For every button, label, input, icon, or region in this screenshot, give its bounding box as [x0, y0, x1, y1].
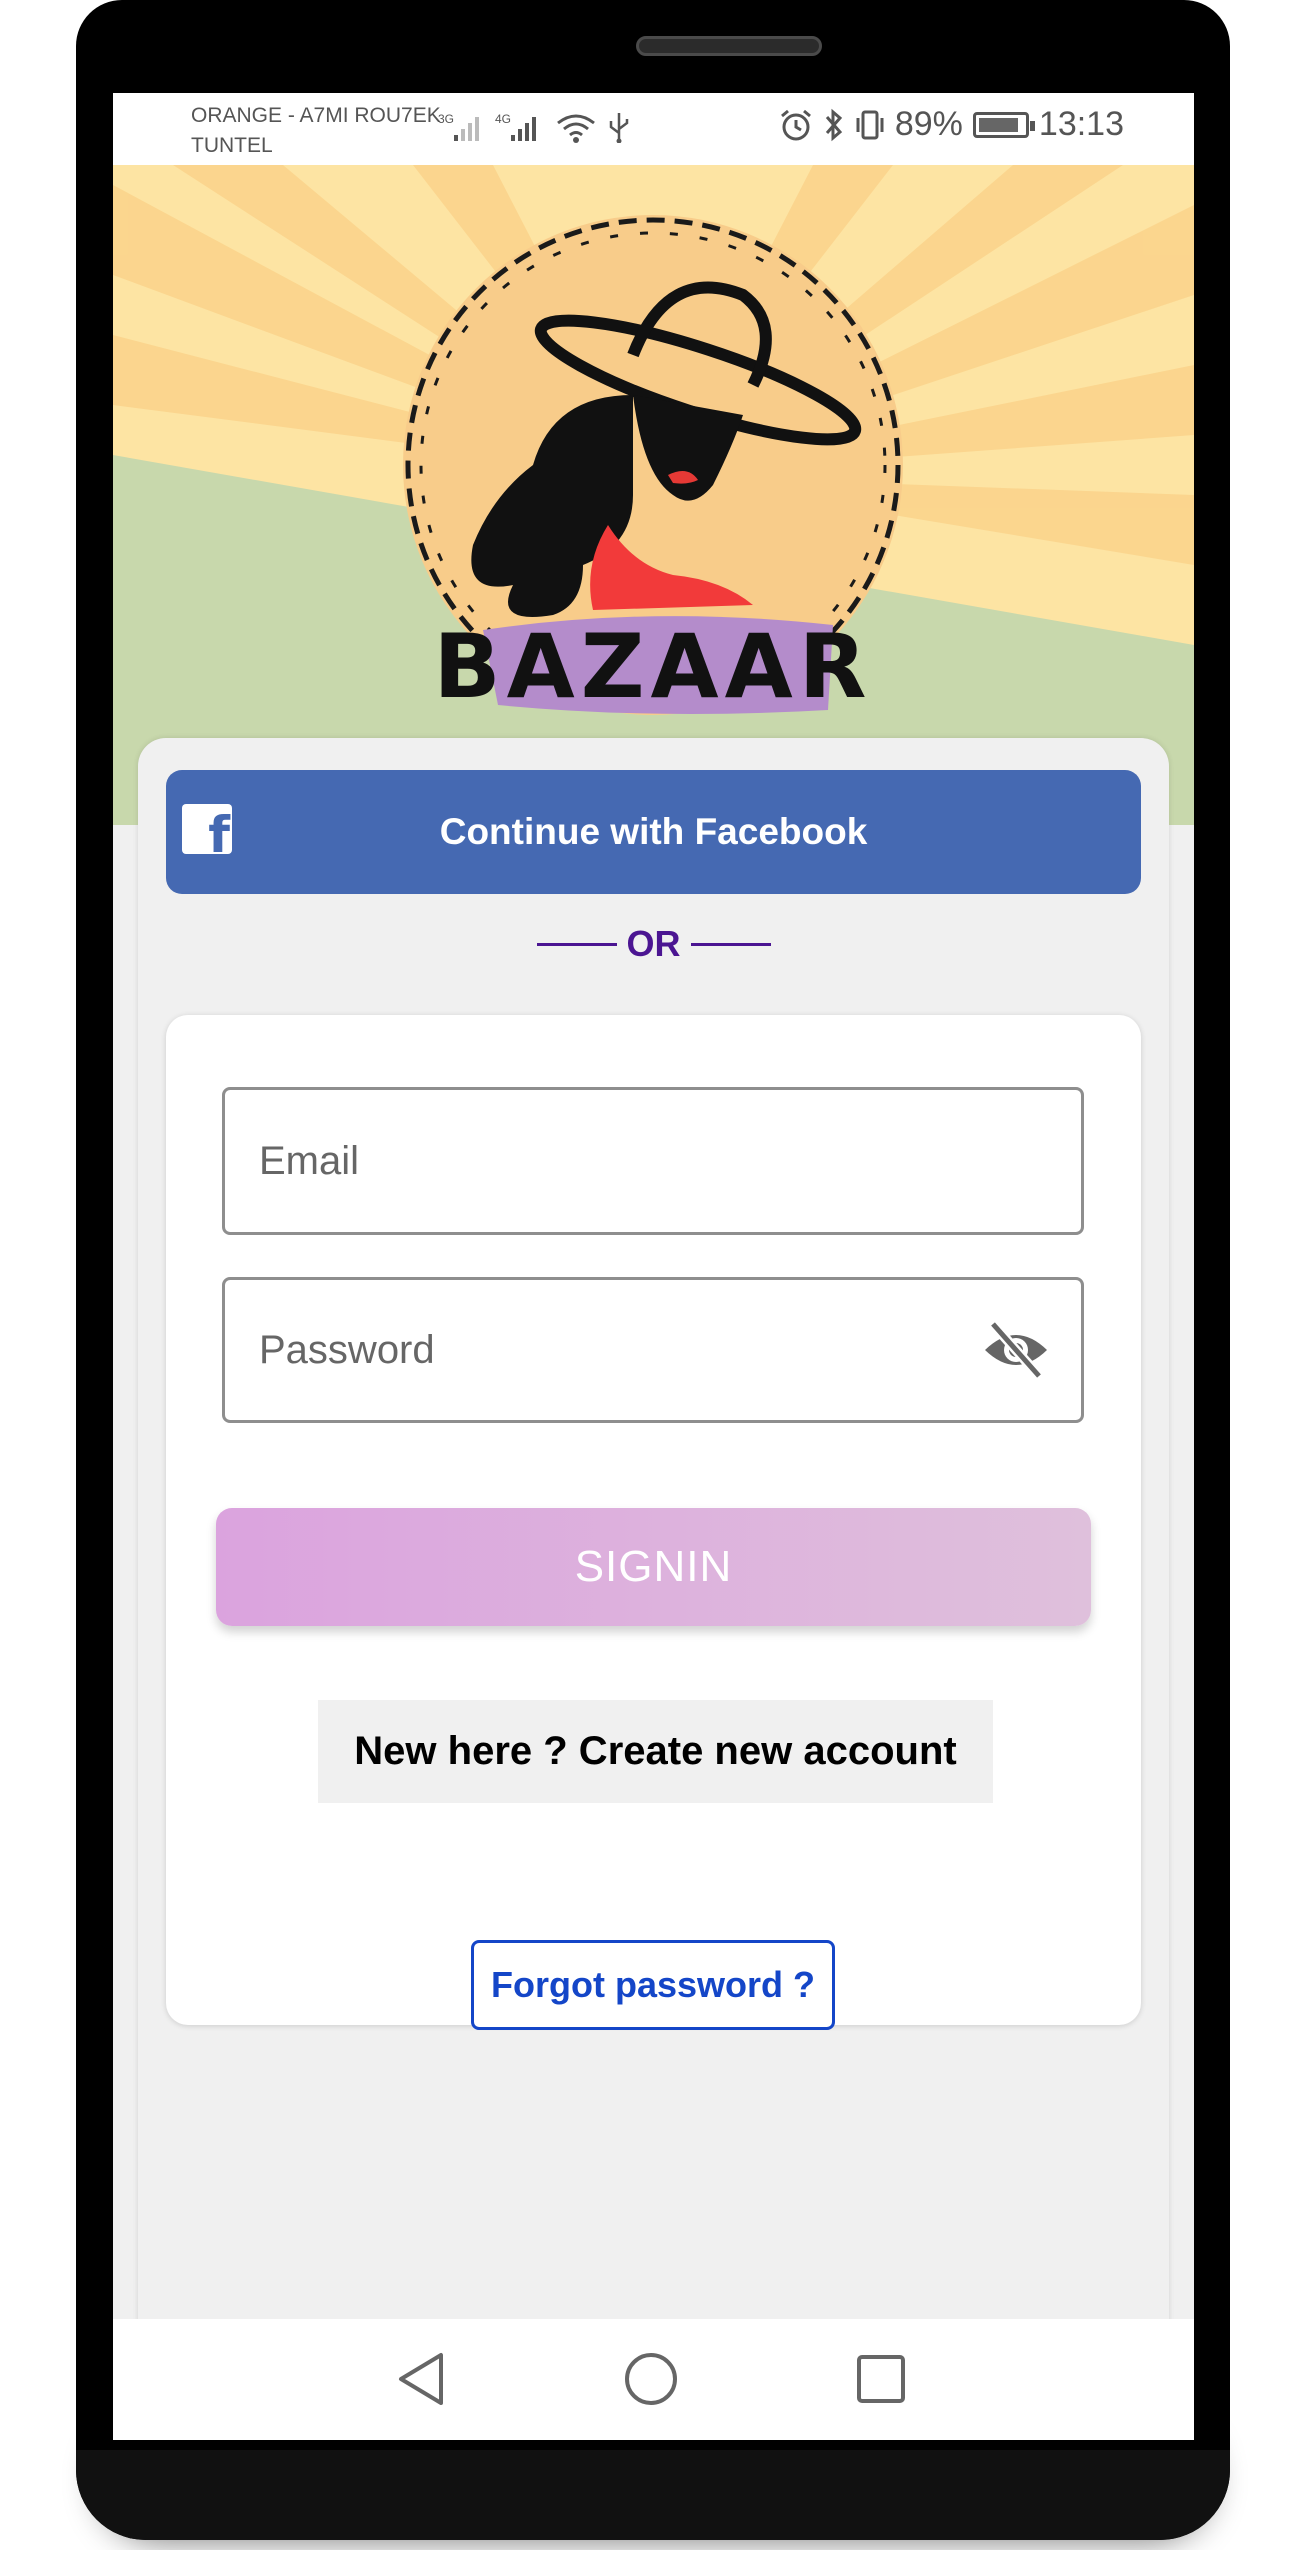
facebook-button-label: Continue with Facebook — [439, 811, 868, 852]
email-field — [222, 1087, 1084, 1235]
password-input[interactable] — [225, 1280, 1081, 1420]
eye-off-icon[interactable] — [981, 1318, 1051, 1382]
signin-button[interactable]: SIGNIN — [216, 1508, 1091, 1626]
or-text: OR — [626, 923, 681, 964]
signin-form: SIGNIN New here ? Create new account For… — [166, 1015, 1141, 2030]
carrier-line-2: TUNTEL — [191, 134, 273, 157]
signal-3g-icon: 3G — [438, 112, 479, 141]
bluetooth-icon — [825, 108, 842, 141]
network-3g-label: 3G — [438, 112, 454, 126]
clock: 13:13 — [1038, 105, 1124, 143]
carrier-name: ORANGE - A7MI ROU7EK TUNTEL — [191, 101, 441, 161]
status-bar: ORANGE - A7MI ROU7EK TUNTEL 3G 4G 89% 13… — [113, 93, 1194, 165]
wifi-icon — [557, 114, 595, 143]
app-screen: ORANGE - A7MI ROU7EK TUNTEL 3G 4G 89% 13… — [113, 93, 1194, 2440]
signin-button-label: SIGNIN — [574, 1542, 733, 1591]
status-right-group: 89% 13:13 — [779, 105, 1124, 144]
recents-square-icon[interactable] — [855, 2353, 907, 2405]
logo-wordmark: BAZAAR — [434, 615, 873, 718]
signal-4g-icon: 4G — [495, 112, 536, 141]
create-account-button[interactable]: New here ? Create new account — [318, 1700, 993, 1803]
back-triangle-icon[interactable] — [393, 2349, 453, 2409]
battery-percent: 89% — [894, 105, 963, 143]
bazaar-logo: BAZAAR — [403, 215, 903, 718]
phone-bottom-rim — [76, 2450, 1230, 2540]
usb-icon — [609, 113, 629, 143]
earpiece-speaker — [636, 36, 822, 56]
password-field — [222, 1277, 1084, 1423]
home-circle-icon[interactable] — [623, 2351, 679, 2407]
email-input[interactable] — [225, 1090, 1081, 1232]
continue-with-facebook-button[interactable]: f Continue with Facebook — [166, 770, 1141, 894]
vibrate-icon — [856, 110, 884, 139]
network-4g-label: 4G — [495, 112, 511, 126]
alarm-icon — [780, 109, 811, 140]
facebook-icon: f — [182, 804, 232, 854]
create-account-label: New here ? Create new account — [354, 1729, 957, 1773]
forgot-password-button[interactable]: Forgot password ? — [471, 1940, 835, 2030]
forgot-password-label: Forgot password ? — [491, 1964, 815, 2005]
navigation-bar — [113, 2319, 1194, 2440]
or-line-left — [536, 942, 617, 946]
battery-icon — [972, 111, 1035, 138]
hero-background: BAZAAR — [113, 165, 1194, 825]
or-line-right — [690, 942, 771, 946]
or-divider: OR — [113, 923, 1194, 965]
carrier-line-1: ORANGE - A7MI ROU7EK — [191, 104, 441, 127]
